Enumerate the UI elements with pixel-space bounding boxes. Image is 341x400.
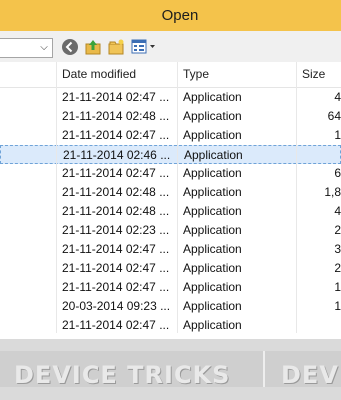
file-date-modified: 21-11-2014 02:47 ... [62,166,170,180]
file-row[interactable]: 21-11-2014 02:47 ... Application 3 [0,240,341,259]
file-row[interactable]: 21-11-2014 02:47 ... Application 4 [0,88,341,107]
view-menu-icon[interactable] [131,38,157,56]
file-size: 1 [334,128,341,142]
location-combobox[interactable]: ⌵ [0,38,53,58]
file-row[interactable]: 21-11-2014 02:23 ... Application 2 [0,221,341,240]
watermark-text-repeat: DEV [281,361,339,389]
file-type: Application [183,109,242,123]
file-row[interactable]: 20-03-2014 09:23 ... Application 1 [0,297,341,316]
file-size: 3 [334,242,341,256]
file-type: Application [183,280,242,294]
file-type: Application [184,148,243,162]
toolbar: ⌵ [0,31,341,62]
column-divider [177,62,178,339]
column-header-type[interactable]: Type [177,62,296,87]
watermark-divider [263,351,265,387]
file-date-modified: 21-11-2014 02:47 ... [62,128,170,142]
file-row[interactable]: 21-11-2014 02:47 ... Application 1 [0,278,341,297]
window-title: Open [161,7,199,24]
file-row[interactable]: 21-11-2014 02:47 ... Application 1 [0,126,341,145]
file-list[interactable]: 21-11-2014 02:47 ... Application 4 21-11-20… [0,88,341,333]
file-row[interactable]: 21-11-2014 02:48 ... Application 1,8 [0,183,341,202]
new-folder-icon[interactable] [107,38,125,56]
file-date-modified: 20-03-2014 09:23 ... [62,299,171,313]
file-type: Application [183,261,242,275]
file-date-modified: 21-11-2014 02:48 ... [62,185,170,199]
file-date-modified: 21-11-2014 02:47 ... [62,242,170,256]
file-date-modified: 21-11-2014 02:23 ... [62,223,170,237]
column-header-size[interactable]: Size [296,62,341,87]
column-divider [296,62,297,339]
file-date-modified: 21-11-2014 02:48 ... [62,109,170,123]
file-row[interactable]: 21-11-2014 02:47 ... Application 2 [0,259,341,278]
file-size: 2 [334,261,341,275]
file-type: Application [183,299,242,313]
file-row[interactable]: 21-11-2014 02:47 ... Application 6 [0,164,341,183]
file-type: Application [183,128,242,142]
file-row[interactable]: 21-11-2014 02:48 ... Application 64 [0,107,341,126]
file-row[interactable]: 21-11-2014 02:48 ... Application 4 [0,202,341,221]
chevron-down-icon[interactable]: ⌵ [38,41,50,55]
up-folder-icon[interactable] [84,38,102,56]
file-type: Application [183,318,242,332]
column-header-bar: Date modified Type Size [0,62,341,88]
file-size [300,316,341,333]
column-header-date-modified[interactable]: Date modified [56,62,178,87]
file-size: 1 [334,280,341,294]
title-bar[interactable]: Open [0,0,341,32]
column-divider [56,62,57,339]
file-size: 64 [327,109,341,123]
file-size: 4 [334,204,341,218]
file-size: 6 [334,166,341,180]
file-type: Application [183,90,242,104]
file-date-modified: 21-11-2014 02:48 ... [62,204,170,218]
file-type: Application [183,185,242,199]
file-type: Application [183,166,242,180]
file-date-modified: 21-11-2014 02:47 ... [62,261,170,275]
file-type: Application [183,242,242,256]
file-type: Application [183,204,242,218]
file-date-modified: 21-11-2014 02:47 ... [62,90,170,104]
watermark-banner: DEVICE TRICKS DEV [0,339,341,400]
back-icon[interactable] [61,38,79,56]
file-size [301,146,341,165]
file-row[interactable]: 21-11-2014 02:46 ... Application [0,145,341,164]
file-size: 1 [334,299,341,313]
watermark-text: DEVICE TRICKS [14,361,231,389]
file-date-modified: 21-11-2014 02:47 ... [62,280,170,294]
file-size: 4 [334,90,341,104]
file-size: 1,8 [324,185,341,199]
file-type: Application [183,223,242,237]
file-size: 2 [334,223,341,237]
file-row[interactable]: 21-11-2014 02:47 ... Application [0,316,341,333]
file-date-modified: 21-11-2014 02:46 ... [63,148,171,162]
file-date-modified: 21-11-2014 02:47 ... [62,318,170,332]
